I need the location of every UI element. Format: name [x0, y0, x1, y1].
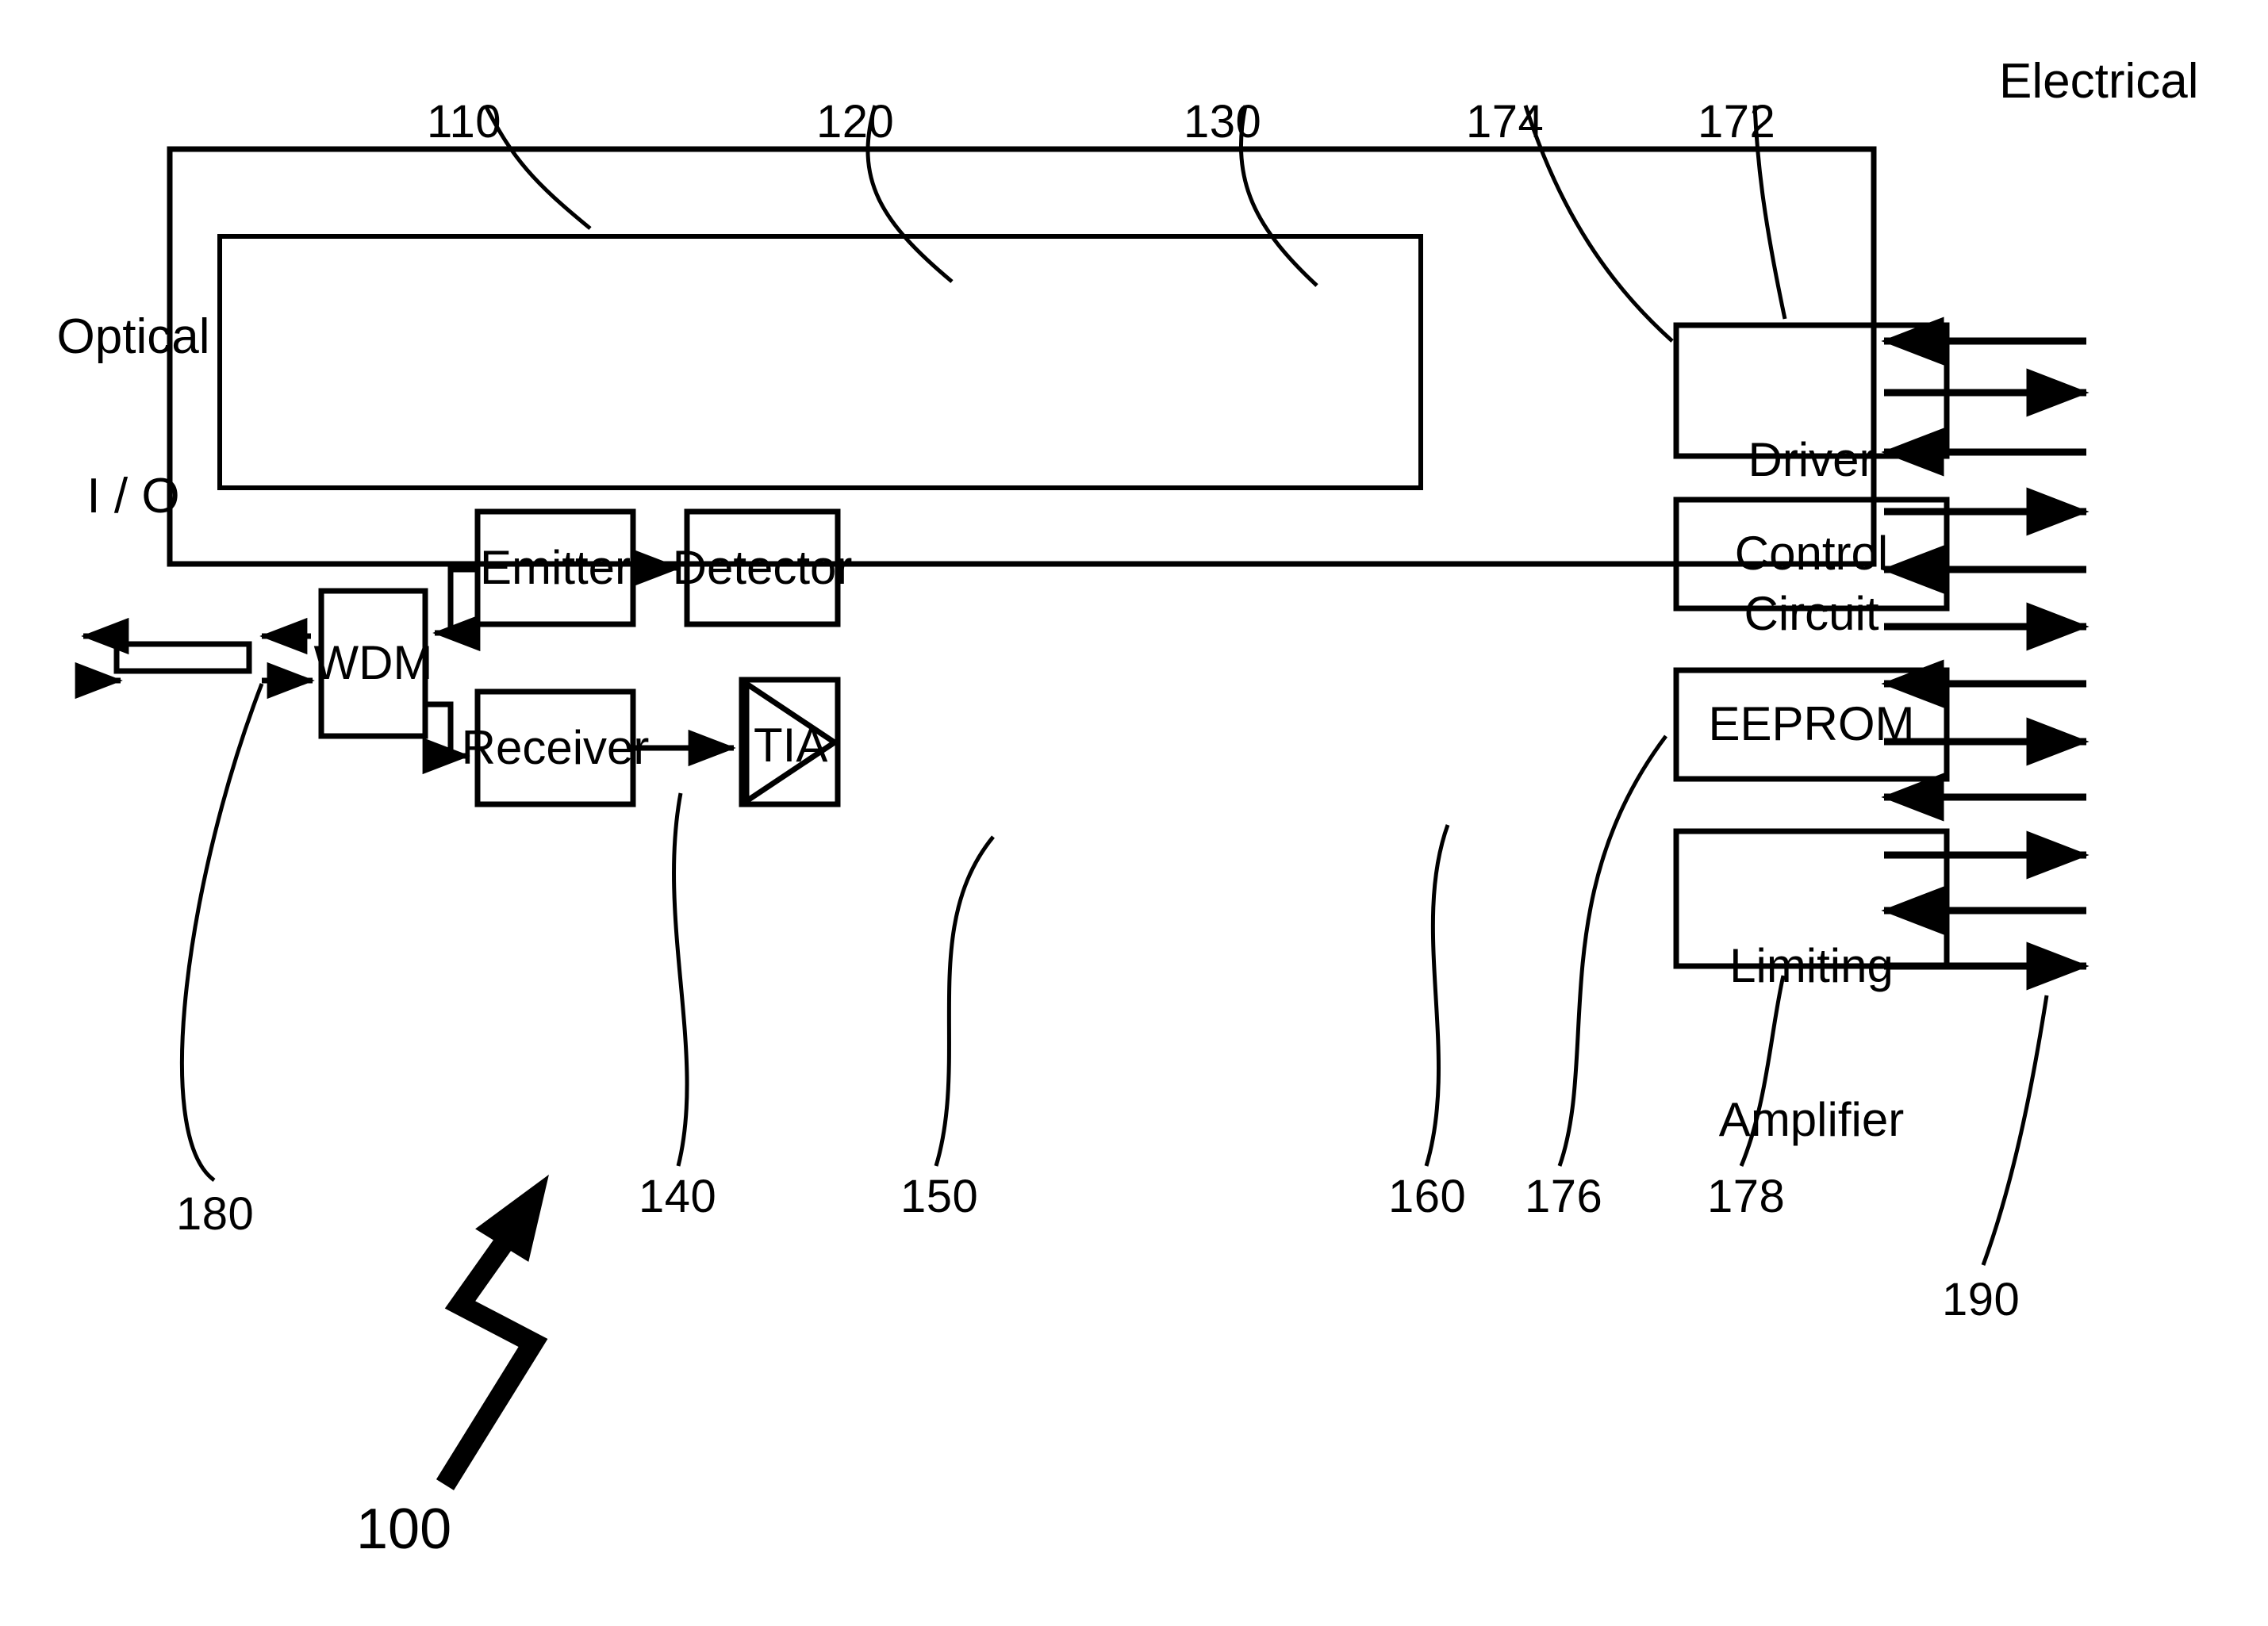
ref-176: 176 [1525, 1171, 1603, 1222]
ref-150: 150 [900, 1171, 979, 1222]
ref-190: 190 [1942, 1274, 2020, 1325]
wdm-label: WDM [313, 636, 433, 690]
ref-180: 180 [176, 1188, 255, 1240]
eeprom-label: EEPROM [1708, 697, 1915, 751]
electrical-caption: Electrical [1999, 54, 2199, 109]
ref-140: 140 [639, 1171, 717, 1222]
canvas-mask [0, 0, 2268, 1626]
ref-120: 120 [816, 96, 895, 148]
ref-178: 178 [1707, 1171, 1786, 1222]
ref-174: 174 [1466, 96, 1545, 148]
tia-label: TIA [754, 719, 828, 772]
optical-io-caption: Optical I / O [50, 205, 217, 630]
optical-io-line-1: Optical [56, 309, 210, 364]
patent-figure-canvas: Optical I / O Electrical WDM Emitter Det… [0, 0, 2268, 1626]
control-label: Control [1734, 527, 1889, 581]
limiting-amplifier-line-1: Limiting [1729, 938, 1894, 992]
driver-circuit-line-1: Driver [1748, 432, 1875, 486]
receiver-label: Receiver [461, 720, 650, 774]
ref-172: 172 [1698, 96, 1776, 148]
ref-130: 130 [1184, 96, 1262, 148]
ref-110: 110 [427, 96, 501, 148]
figure-number-100: 100 [356, 1498, 452, 1561]
optical-io-line-2: I / O [86, 468, 180, 523]
diagram-main-layer [0, 0, 2268, 1626]
limiting-amplifier-line-2: Amplifier [1718, 1092, 1905, 1146]
detector-label: Detector [672, 540, 853, 594]
ref-160: 160 [1388, 1171, 1467, 1222]
emitter-label: Emitter [479, 540, 631, 594]
